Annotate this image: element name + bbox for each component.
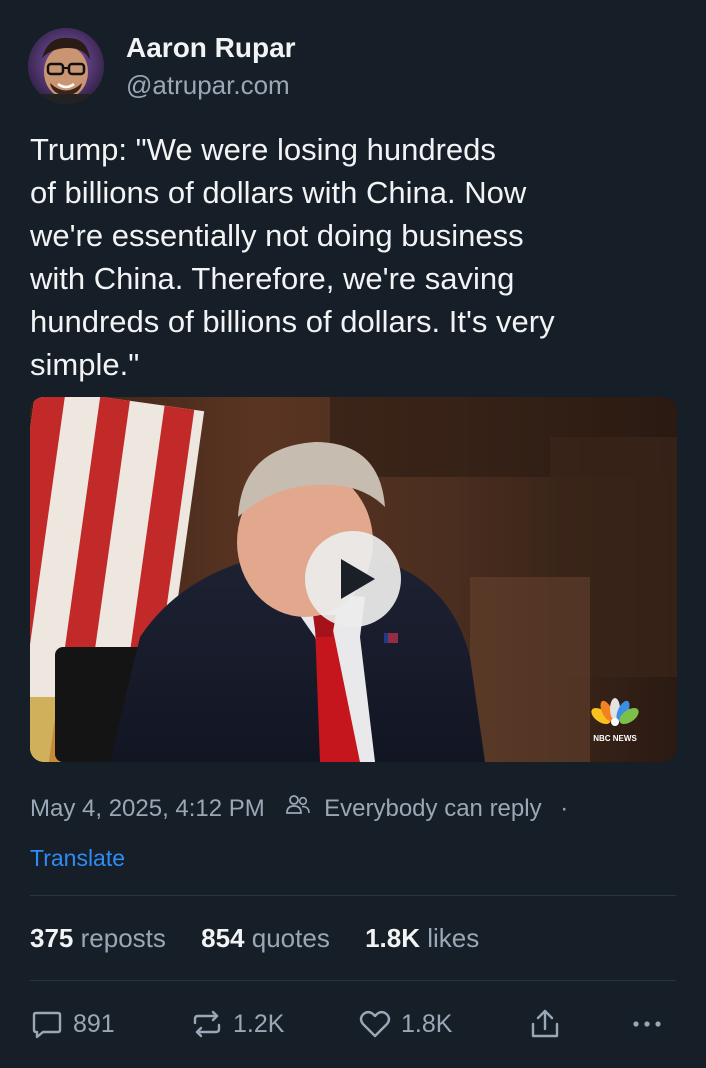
divider xyxy=(30,895,676,896)
repost-button[interactable]: 1.2K xyxy=(190,1004,284,1044)
more-icon xyxy=(633,1021,661,1027)
share-button[interactable] xyxy=(528,1004,562,1044)
reply-icon xyxy=(32,1011,62,1039)
translate-link[interactable]: Translate xyxy=(30,845,125,872)
reposts-count: 375 xyxy=(30,923,74,953)
avatar[interactable] xyxy=(28,28,104,104)
reply-setting[interactable]: Everybody can reply xyxy=(324,795,541,823)
action-bar: 891 1.2K 1.8K xyxy=(30,1004,676,1044)
nbc-news-label: NBC NEWS xyxy=(593,734,637,743)
reply-count: 891 xyxy=(73,1009,115,1038)
meta-separator: · xyxy=(560,794,569,822)
likes-stat[interactable]: 1.8K likes xyxy=(365,923,479,954)
play-button[interactable] xyxy=(305,531,401,627)
post-header: Aaron Rupar @atrupar.com xyxy=(28,28,678,108)
post-meta: May 4, 2025, 4:12 PM Everybody can reply… xyxy=(30,792,568,825)
author-name[interactable]: Aaron Rupar xyxy=(126,32,296,64)
likes-count: 1.8K xyxy=(365,923,420,953)
quotes-count: 854 xyxy=(201,923,245,953)
video-player[interactable]: NBC NEWS xyxy=(30,397,677,762)
quotes-label: quotes xyxy=(251,923,330,953)
repost-count: 1.2K xyxy=(233,1009,285,1038)
author-handle[interactable]: @atrupar.com xyxy=(126,70,290,101)
post-text: Trump: "We were losing hundreds of billi… xyxy=(30,132,555,382)
divider xyxy=(30,980,676,981)
reposts-stat[interactable]: 375 reposts xyxy=(30,923,166,954)
peacock-icon xyxy=(591,698,639,726)
share-icon xyxy=(531,1009,559,1038)
people-icon xyxy=(285,792,311,825)
repost-icon xyxy=(193,1010,221,1038)
post-timestamp[interactable]: May 4, 2025, 4:12 PM xyxy=(30,795,265,823)
quotes-stat[interactable]: 854 quotes xyxy=(201,923,330,954)
like-button[interactable]: 1.8K xyxy=(358,1004,452,1044)
more-button[interactable] xyxy=(630,1004,664,1044)
play-icon xyxy=(341,559,375,599)
like-icon xyxy=(359,1010,391,1038)
engagement-stats: 375 reposts 854 quotes 1.8K likes xyxy=(30,923,507,954)
avatar-image xyxy=(28,28,104,104)
reply-button[interactable]: 891 xyxy=(30,1004,115,1044)
like-count: 1.8K xyxy=(401,1009,453,1038)
reposts-label: reposts xyxy=(80,923,166,953)
likes-label: likes xyxy=(427,923,480,953)
nbc-news-logo: NBC NEWS xyxy=(587,698,643,743)
